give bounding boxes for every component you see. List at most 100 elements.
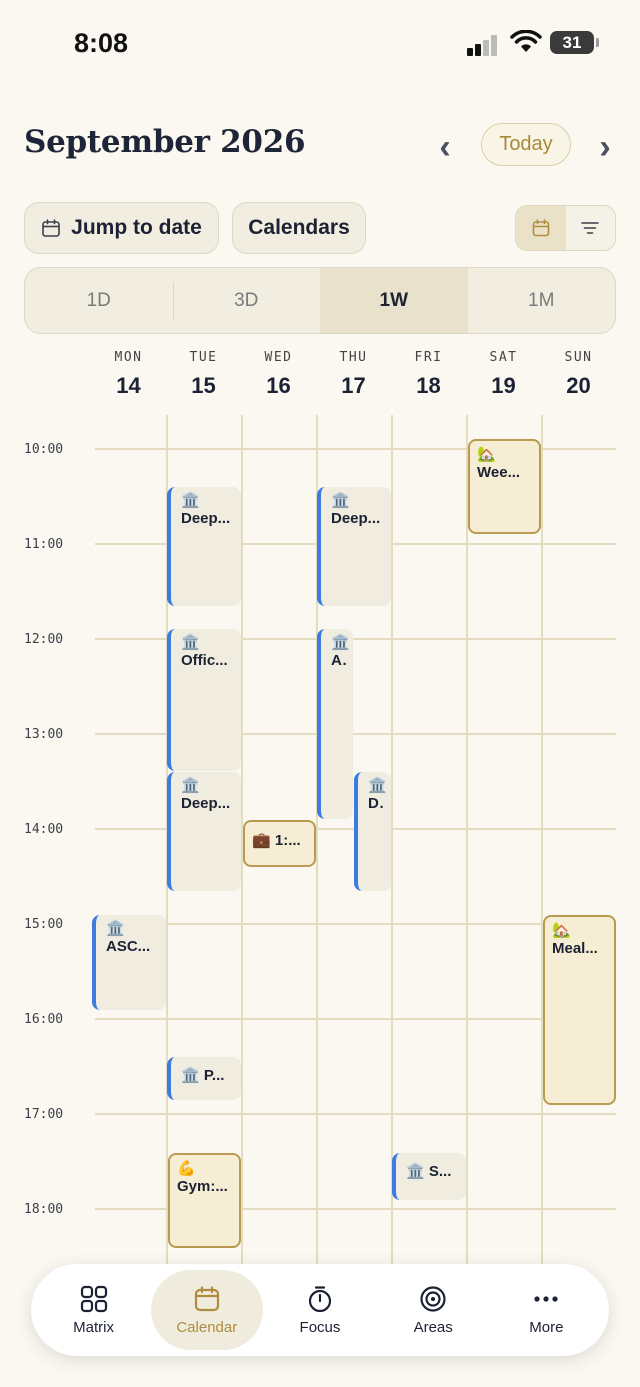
status-time: 8:08 xyxy=(74,28,129,58)
tab-focus[interactable]: Focus xyxy=(264,1270,376,1350)
day-of-week: THU xyxy=(339,350,368,365)
view-mode-toggle[interactable] xyxy=(515,205,616,251)
event-tue-deep-1[interactable]: 🏛️ Deep... xyxy=(167,487,241,606)
tab-label: Focus xyxy=(299,1318,341,1336)
event-tue-gym[interactable]: 💪 Gym:... xyxy=(168,1153,241,1248)
event-thu-deep[interactable]: 🏛️ Deep... xyxy=(317,487,391,606)
event-title: ASC... xyxy=(106,938,151,955)
range-option-3d[interactable]: 3D xyxy=(172,268,321,333)
calendar-icon xyxy=(532,219,550,237)
day-of-week: FRI xyxy=(414,350,443,365)
event-mon-asc[interactable]: 🏛️ ASC... xyxy=(92,915,166,1010)
wifi-icon xyxy=(510,30,542,52)
bank-icon: 🏛️ xyxy=(181,1067,200,1084)
event-fri-s[interactable]: 🏛️ S... xyxy=(392,1153,466,1200)
tab-more[interactable]: More xyxy=(490,1270,602,1350)
bank-icon: 🏛️ xyxy=(368,777,387,794)
hour-label: 16:00 xyxy=(24,1012,64,1027)
day-of-week: SUN xyxy=(564,350,593,365)
event-title: Deep... xyxy=(331,510,381,527)
jump-to-date-label: Jump to date xyxy=(71,216,202,239)
filter-lines-icon xyxy=(581,222,600,234)
muscle-icon: 💪 xyxy=(177,1160,196,1177)
day-of-week: TUE xyxy=(189,350,218,365)
tab-label: Calendar xyxy=(176,1318,238,1336)
tab-areas[interactable]: Areas xyxy=(377,1270,489,1350)
timer-icon xyxy=(308,1285,332,1312)
range-option-1m[interactable]: 1M xyxy=(468,268,616,333)
event-title: S... xyxy=(428,1163,452,1180)
event-title: D... xyxy=(368,795,385,812)
event-title: 1:... xyxy=(274,832,301,849)
calendar-icon xyxy=(194,1285,219,1311)
event-tue-office[interactable]: 🏛️ Offic... xyxy=(167,629,241,771)
today-button[interactable]: Today xyxy=(481,123,571,166)
tab-label: More xyxy=(529,1318,564,1336)
event-thu-a[interactable]: 🏛️ A... xyxy=(317,629,353,819)
day-number: 20 xyxy=(566,373,591,398)
range-option-1d[interactable]: 1D xyxy=(25,268,173,333)
range-option-1w[interactable]: 1W xyxy=(320,268,468,333)
calendar-icon xyxy=(42,219,60,237)
day-number: 16 xyxy=(266,373,291,398)
grid-icon xyxy=(80,1285,107,1312)
day-header-fri[interactable]: FRI 18 xyxy=(391,350,466,399)
event-title: Gym:... xyxy=(177,1178,228,1195)
event-tue-deep-2[interactable]: 🏛️ Deep... xyxy=(167,772,241,891)
event-title: Deep... xyxy=(181,510,231,527)
event-sat-wee[interactable]: 🏡 Wee... xyxy=(468,439,541,534)
bottom-tab-bar: Matrix Calendar Focus Areas More xyxy=(31,1264,609,1356)
calendars-label: Calendars xyxy=(248,216,350,239)
hour-label: 13:00 xyxy=(24,727,64,742)
range-selector[interactable]: 1D 3D 1W 1M xyxy=(24,267,616,334)
event-title: Meal... xyxy=(552,940,598,957)
event-thu-d[interactable]: 🏛️ D... xyxy=(354,772,391,891)
day-header-sun[interactable]: SUN 20 xyxy=(541,350,616,399)
day-header-mon[interactable]: MON 14 xyxy=(91,350,166,399)
hour-label: 14:00 xyxy=(24,822,64,837)
event-title: A... xyxy=(331,652,347,669)
day-of-week: MON xyxy=(114,350,143,365)
event-sun-meal[interactable]: 🏡 Meal... xyxy=(543,915,616,1105)
next-week-button[interactable]: › xyxy=(590,130,620,166)
event-wed-one-on-one[interactable]: 💼 1:... xyxy=(243,820,316,867)
event-title: Deep... xyxy=(181,795,231,812)
bank-icon: 🏛️ xyxy=(106,920,125,937)
page-title: September 2026 xyxy=(24,124,306,160)
briefcase-icon: 💼 xyxy=(252,832,271,849)
jump-to-date-button[interactable]: Jump to date xyxy=(24,202,219,254)
week-grid[interactable]: 10:00 11:00 12:00 13:00 14:00 15:00 16:0… xyxy=(0,415,640,1315)
hour-label: 15:00 xyxy=(24,917,64,932)
hour-label: 10:00 xyxy=(24,442,64,457)
prev-week-button[interactable]: ‹ xyxy=(430,130,460,166)
list-view-toggle[interactable] xyxy=(566,206,616,250)
bank-icon: 🏛️ xyxy=(331,492,350,509)
tab-label: Areas xyxy=(413,1318,453,1336)
event-tue-p[interactable]: 🏛️ P... xyxy=(167,1057,241,1100)
tab-label: Matrix xyxy=(73,1318,115,1336)
more-icon xyxy=(534,1295,558,1302)
day-number: 18 xyxy=(416,373,441,398)
event-title: Wee... xyxy=(477,464,521,481)
hour-label: 18:00 xyxy=(24,1202,64,1217)
day-number: 19 xyxy=(491,373,516,398)
event-title: P... xyxy=(203,1067,225,1084)
bank-icon: 🏛️ xyxy=(406,1163,425,1180)
hour-label: 12:00 xyxy=(24,632,64,647)
day-header-tue[interactable]: TUE 15 xyxy=(166,350,241,399)
day-of-week: SAT xyxy=(489,350,518,365)
bank-icon: 🏛️ xyxy=(181,777,200,794)
calendars-button[interactable]: Calendars xyxy=(232,202,366,254)
day-number: 15 xyxy=(191,373,216,398)
day-header-wed[interactable]: WED 16 xyxy=(241,350,316,399)
signal-icon xyxy=(467,34,503,56)
day-header-sat[interactable]: SAT 19 xyxy=(466,350,541,399)
tab-matrix[interactable]: Matrix xyxy=(38,1270,150,1350)
day-of-week: WED xyxy=(264,350,293,365)
event-title: Offic... xyxy=(181,652,228,669)
bank-icon: 🏛️ xyxy=(181,492,200,509)
day-header-thu[interactable]: THU 17 xyxy=(316,350,391,399)
tab-calendar[interactable]: Calendar xyxy=(150,1270,263,1350)
day-number: 17 xyxy=(341,373,366,398)
calendar-view-toggle[interactable] xyxy=(516,206,566,250)
